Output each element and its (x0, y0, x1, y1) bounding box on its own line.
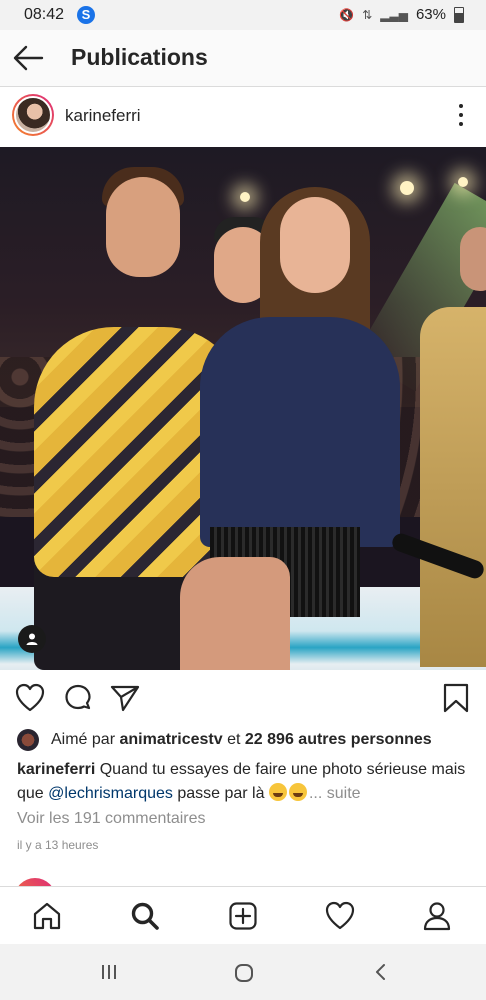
page-title: Publications (71, 44, 208, 70)
caption-mention[interactable]: @lechrismarques (48, 785, 173, 802)
back-button-icon[interactable] (371, 962, 391, 982)
search-icon[interactable] (129, 900, 161, 932)
data-icon: ⇅ (362, 7, 373, 22)
more-options-icon[interactable] (458, 104, 464, 126)
send-icon[interactable] (109, 682, 141, 714)
back-arrow-icon[interactable] (10, 42, 46, 74)
signal-icon: ▂▃▅ (380, 7, 408, 22)
tagged-users-icon[interactable] (18, 625, 46, 653)
post-photo[interactable] (0, 147, 486, 670)
battery-percent: 63% (415, 6, 446, 23)
profile-icon[interactable] (421, 900, 453, 932)
bookmark-icon[interactable] (440, 682, 472, 714)
likes-others[interactable]: 22 896 autres personnes (245, 731, 432, 748)
post-caption: karineferri Quand tu essayes de faire un… (17, 758, 477, 806)
recent-apps-icon[interactable] (99, 962, 119, 982)
wink-emoji-icon (288, 783, 307, 801)
caption-username[interactable]: karineferri (17, 761, 95, 778)
battery-icon (454, 6, 464, 23)
top-bar: Publications (0, 30, 486, 87)
likes-middle: et (227, 731, 241, 748)
app-notification-icon: S (77, 6, 95, 24)
status-time: 08:42 (24, 6, 65, 23)
post-username[interactable]: karineferri (65, 106, 141, 126)
heart-icon[interactable] (14, 682, 46, 714)
home-icon[interactable] (31, 900, 63, 932)
view-comments-link[interactable]: Voir les 191 commentaires (17, 810, 206, 828)
activity-heart-icon[interactable] (324, 900, 356, 932)
likes-line: Aimé par animatricestv et 22 896 autres … (17, 728, 477, 752)
comment-icon[interactable] (62, 682, 94, 714)
status-bar: 08:42 S 🔇 ⇅ ▂▃▅ 63% (0, 0, 486, 30)
likes-prefix: Aimé par (51, 731, 116, 748)
liker-avatar[interactable] (17, 729, 39, 751)
liker-username[interactable]: animatricestv (119, 731, 222, 748)
caption-text-2: passe par là (177, 785, 265, 802)
bottom-tab-bar (0, 886, 486, 945)
post-actions (0, 672, 486, 722)
avatar[interactable] (12, 94, 54, 136)
post-header: karineferri (0, 88, 486, 146)
home-button-icon[interactable] (233, 962, 255, 984)
grin-emoji-icon (268, 783, 287, 801)
caption-more-link[interactable]: ... suite (309, 785, 361, 802)
add-post-icon[interactable] (227, 900, 259, 932)
mute-icon: 🔇 (339, 7, 355, 22)
post-timestamp: il y a 13 heures (17, 838, 99, 852)
system-nav-bar (0, 944, 486, 1000)
